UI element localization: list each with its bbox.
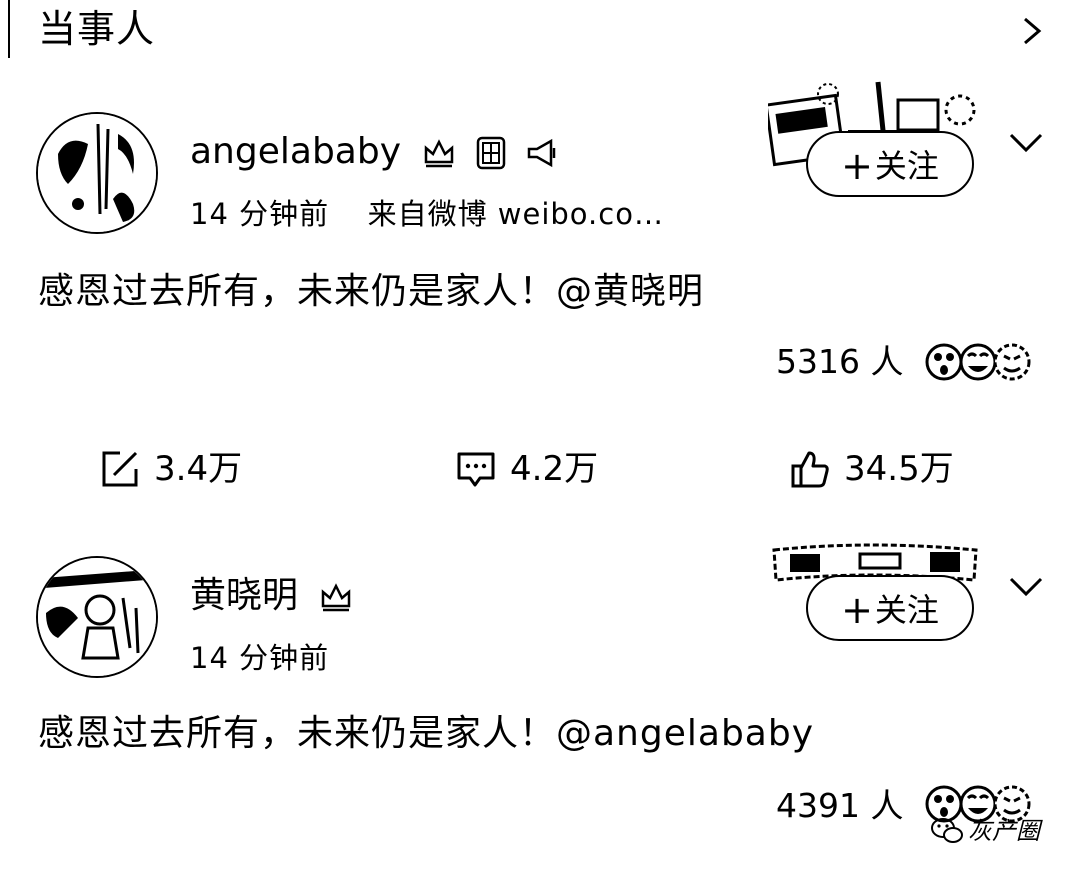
- reaction-emojis-icon: [925, 343, 1031, 381]
- avatar[interactable]: [36, 112, 158, 234]
- author-name[interactable]: 黄晓明: [190, 575, 298, 616]
- post-source[interactable]: 来自微博 weibo.co…: [368, 197, 664, 231]
- reaction-count[interactable]: 4391 人: [776, 786, 903, 826]
- post-time: 14 分钟前: [190, 197, 330, 231]
- like-count: 34.5万: [844, 449, 954, 489]
- repost-count: 3.4万: [154, 449, 243, 489]
- crown-icon: [322, 583, 351, 612]
- plus-icon: +: [841, 588, 873, 632]
- avatar-image: [38, 114, 156, 232]
- repost-icon: [102, 451, 138, 487]
- plus-icon: +: [841, 144, 873, 188]
- author-name-row: 黄晓明: [190, 574, 353, 618]
- post-content: 感恩过去所有，未来仍是家人！@angelababy: [38, 713, 815, 754]
- reaction-count[interactable]: 5316 人: [776, 342, 903, 382]
- left-edge-bracket: [0, 0, 10, 58]
- thumbs-up-icon: [791, 451, 829, 488]
- repost-action[interactable]: 3.4万: [100, 448, 242, 490]
- comment-count: 4.2万: [510, 449, 599, 489]
- post-time: 14 分钟前: [190, 641, 330, 675]
- comment-action[interactable]: 4.2万: [456, 448, 598, 490]
- author-name-row: angelababy: [190, 130, 559, 174]
- wechat-icon: [931, 818, 963, 843]
- megaphone-icon: [528, 138, 556, 168]
- chevron-right-icon[interactable]: [1022, 16, 1042, 46]
- watermark-text: 灰产圈: [968, 817, 1040, 845]
- comment-icon: [457, 452, 495, 487]
- chevron-down-icon[interactable]: [1008, 132, 1044, 154]
- post-content: 感恩过去所有，未来仍是家人！@黄晓明: [38, 271, 705, 312]
- fu-badge-icon: [476, 136, 506, 170]
- watermark: 灰产圈: [930, 816, 1040, 846]
- crown-icon: [425, 139, 454, 168]
- avatar[interactable]: [36, 556, 158, 678]
- like-action[interactable]: 34.5万: [790, 448, 954, 490]
- follow-button[interactable]: +关注: [806, 575, 974, 641]
- follow-label: 关注: [874, 147, 939, 185]
- post-meta: 14 分钟前 来自微博 weibo.co…: [190, 196, 664, 232]
- section-title: 当事人: [38, 7, 156, 51]
- follow-label: 关注: [874, 591, 939, 629]
- chevron-down-icon[interactable]: [1008, 576, 1044, 598]
- follow-button[interactable]: +关注: [806, 131, 974, 197]
- post-meta: 14 分钟前: [190, 640, 329, 676]
- avatar-image: [38, 558, 156, 676]
- author-name[interactable]: angelababy: [190, 131, 401, 172]
